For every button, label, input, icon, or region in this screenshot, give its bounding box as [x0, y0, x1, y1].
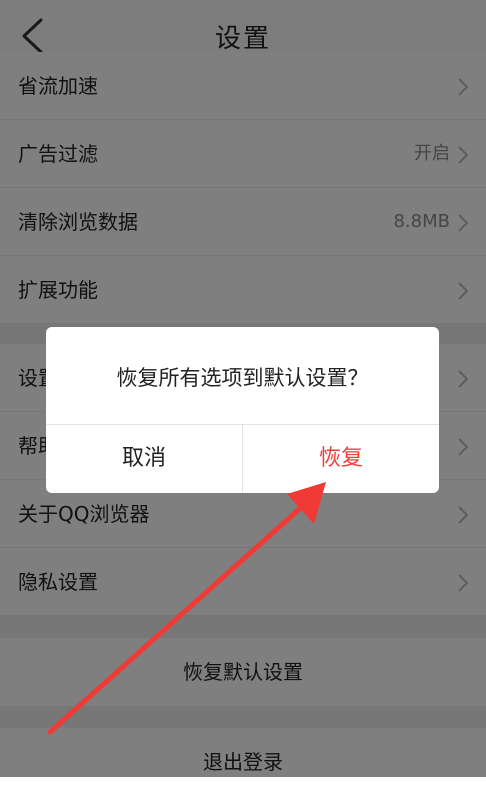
- dialog-message: 恢复所有选项到默认设置？: [116, 366, 369, 390]
- dialog-cancel-button[interactable]: 取消: [46, 425, 242, 493]
- settings-page: 设置 省流加速 广告过滤 开启 清除浏览数据 8.8MB 扩展功能 设置: [0, 0, 486, 796]
- restore-confirm-dialog: 恢复所有选项到默认设置？ 取消 恢复: [46, 327, 439, 493]
- dialog-confirm-button[interactable]: 恢复: [243, 425, 439, 493]
